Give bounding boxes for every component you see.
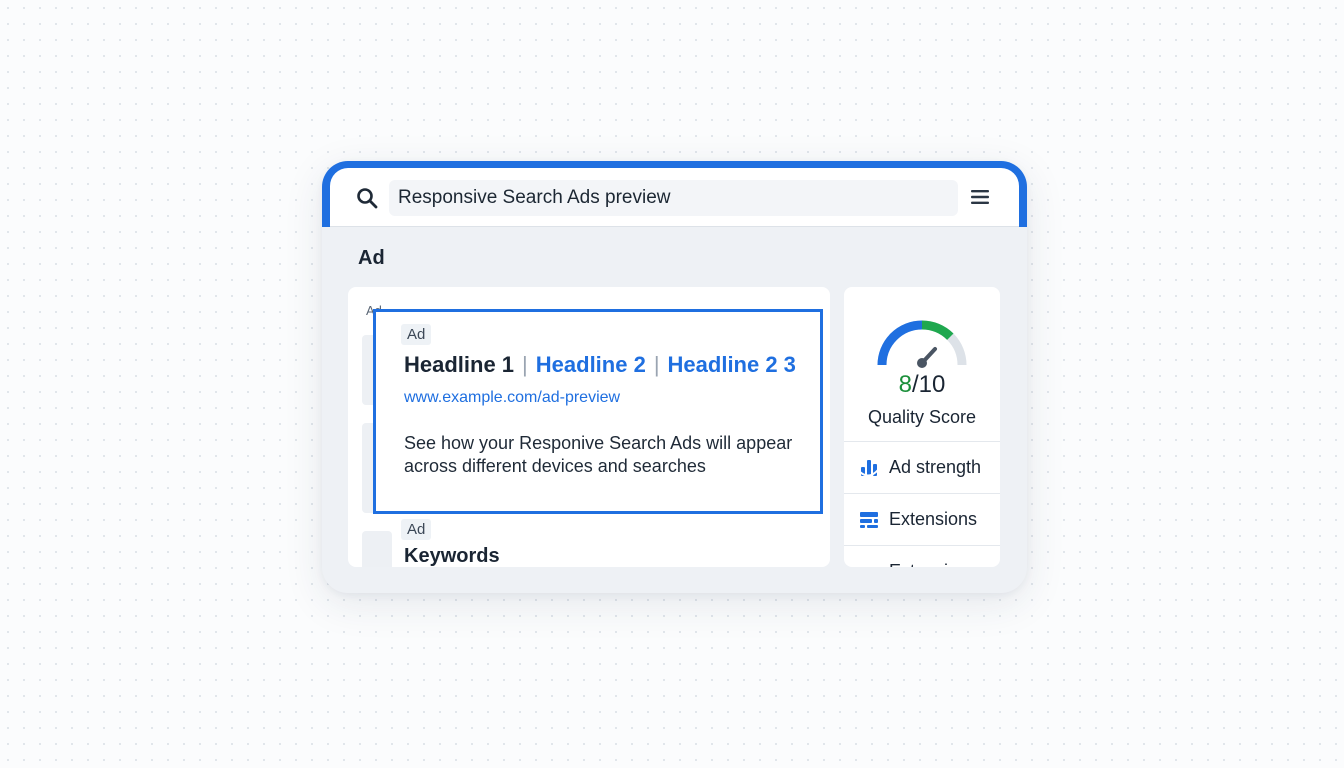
side-item-label: Extensions (889, 546, 977, 567)
side-item-ad-strength[interactable]: Ad strength (844, 441, 1000, 493)
headline-3: Headline 2 3 (667, 352, 796, 377)
side-item-label: Extensions (889, 509, 978, 529)
quality-gauge-icon (877, 320, 967, 368)
keywords-ad-badge: Ad (401, 519, 432, 540)
selected-ad-preview[interactable]: Ad Headline 1 | Headline 2 | Headline 2 3 ww… (373, 309, 823, 514)
section-title: Ad (358, 247, 385, 269)
search-query: Responsive Search Ads preview (398, 187, 671, 208)
side-item-extensions-2[interactable]: Extensions (844, 545, 1000, 567)
headline-2: Headline 2 (535, 352, 646, 377)
quality-score-value: 8 (898, 371, 912, 398)
side-item-extensions[interactable]: Extensions (844, 493, 1000, 545)
ghost-ad-card[interactable] (362, 531, 392, 567)
ad-headlines: Headline 1 | Headline 2 | Headline 2 3 (404, 352, 796, 378)
headline-1: Headline 1 (404, 352, 515, 377)
window-header-accent: Responsive Search Ads preview (322, 161, 1027, 227)
hamburger-menu-icon[interactable] (970, 188, 990, 206)
side-item-label: Ad strength (889, 457, 982, 477)
search-icon[interactable] (356, 187, 378, 209)
preview-window: Responsive Search Ads preview Ad Ad C W … (322, 161, 1027, 593)
quality-score-label: Quality Score (867, 407, 977, 427)
quality-panel: 8/10 Quality Score Ad strength Extension… (844, 287, 1000, 567)
ad-badge: Ad (401, 324, 432, 345)
ad-list-panel: Ad C W A C Ad Headline 1|Headline 2|Head… (348, 287, 830, 567)
ad-description: See how your Responive Search Ads will a… (404, 433, 793, 476)
quality-score-max: /10 (911, 371, 946, 398)
ad-strength-icon (859, 460, 879, 477)
search-input[interactable]: Responsive Search Ads preview (389, 180, 958, 216)
quality-score: 8/10 (844, 371, 1000, 399)
display-url[interactable]: www.example.com/ad-preview (404, 389, 620, 407)
extensions-icon (860, 512, 878, 528)
search-bar: Responsive Search Ads preview (330, 168, 1019, 227)
extensions-cut-icon (859, 562, 879, 567)
headline-separator: | (653, 352, 660, 377)
keywords-title[interactable]: Keywords (404, 545, 500, 567)
headline-separator: | (522, 352, 528, 377)
